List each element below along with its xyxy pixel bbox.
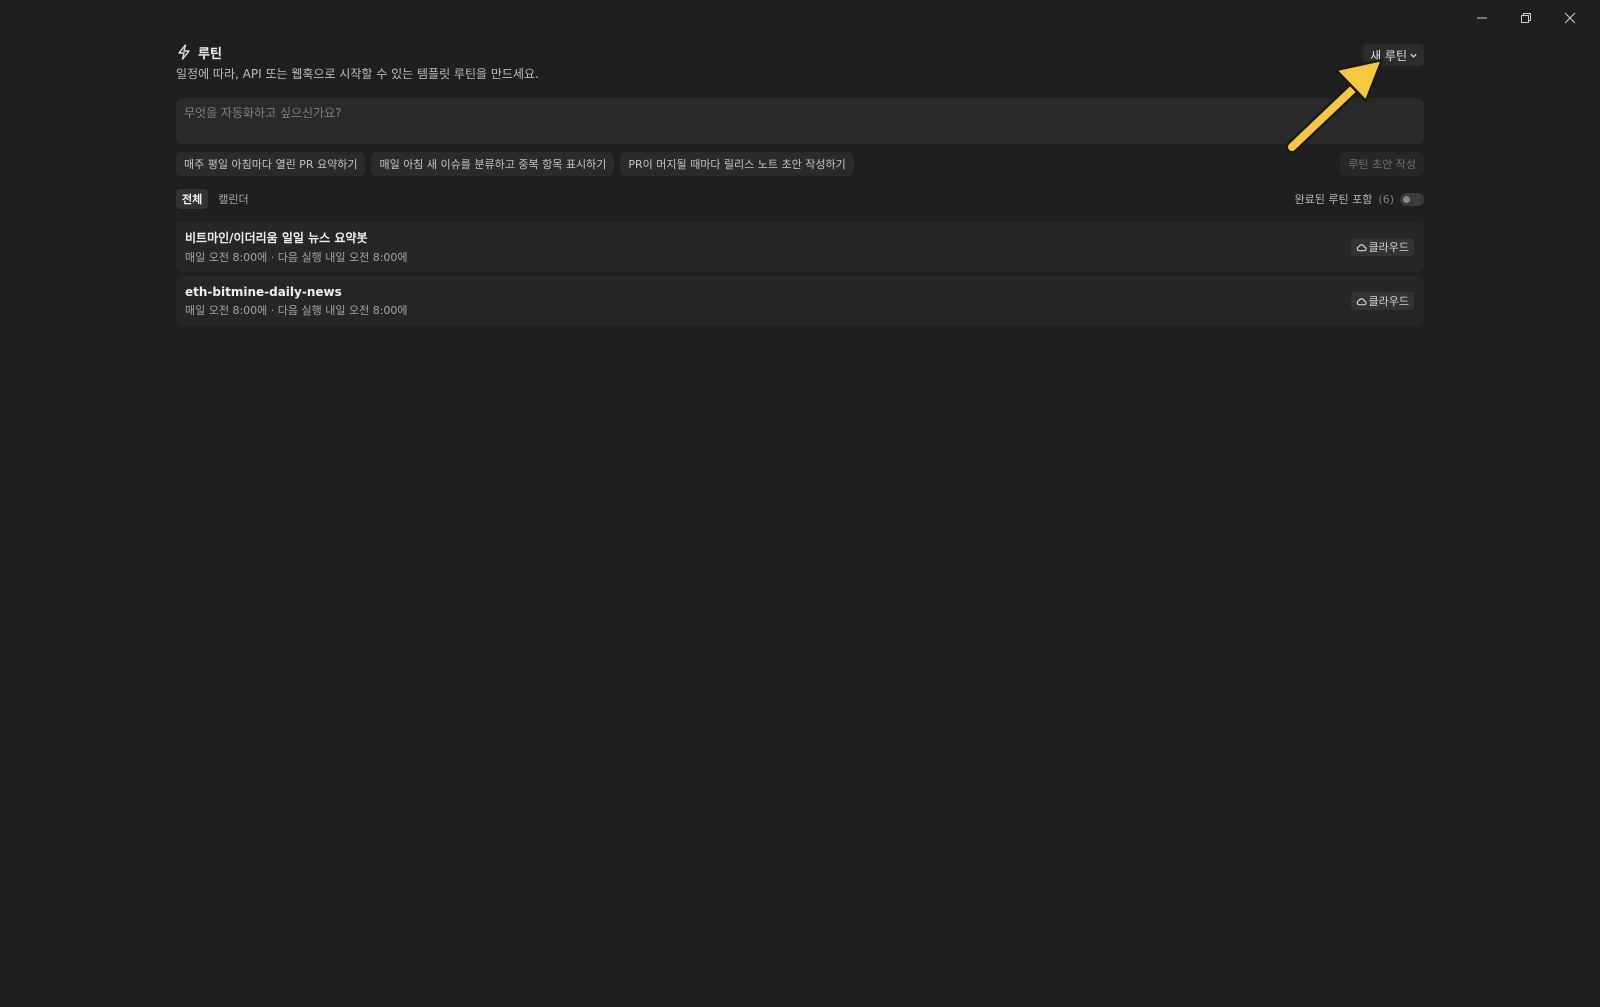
routine-schedule: 매일 오전 8:00에 · 다음 실행 내일 오전 8:00에 — [185, 251, 408, 264]
window-controls — [1460, 6, 1592, 30]
suggestion-chip[interactable]: 매주 평일 아침마다 열린 PR 요약하기 — [176, 152, 366, 176]
draft-routine-button[interactable]: 루틴 초안 작성 — [1340, 152, 1424, 176]
minimize-icon — [1477, 17, 1487, 19]
toggle-knob — [1403, 195, 1410, 203]
filter-row: 전체 캘린더 완료된 루틴 포함 (6) — [176, 188, 1424, 210]
completed-count: (6) — [1378, 192, 1394, 206]
restore-icon — [1521, 13, 1531, 23]
page-subtitle: 일정에 따라, API 또는 웹훅으로 시작할 수 있는 템플릿 루틴을 만드세… — [176, 67, 539, 81]
title-row: 루틴 — [176, 42, 539, 62]
page-header: 루틴 일정에 따라, API 또는 웹훅으로 시작할 수 있는 템플릿 루틴을 … — [176, 42, 1424, 82]
tab-calendar[interactable]: 캘린더 — [212, 189, 254, 209]
header-text: 루틴 일정에 따라, API 또는 웹훅으로 시작할 수 있는 템플릿 루틴을 … — [176, 42, 539, 82]
routine-item[interactable]: eth-bitmine-daily-news 매일 오전 8:00에 · 다음 … — [176, 276, 1424, 326]
routines-page: 루틴 일정에 따라, API 또는 웹훅으로 시작할 수 있는 템플릿 루틴을 … — [176, 42, 1424, 330]
cloud-badge-label: 클라우드 — [1368, 295, 1409, 308]
lightning-icon — [178, 44, 190, 60]
suggestion-chips: 매주 평일 아침마다 열린 PR 요약하기 매일 아침 새 이슈를 분류하고 중… — [176, 152, 1424, 176]
include-completed-toggle[interactable] — [1400, 192, 1424, 206]
routine-prompt — [176, 98, 1424, 144]
routine-name: eth-bitmine-daily-news — [185, 284, 342, 299]
cloud-icon — [1356, 297, 1367, 305]
minimize-button[interactable] — [1460, 6, 1504, 30]
include-completed-label: 완료된 루틴 포함 — [1294, 193, 1373, 206]
close-icon — [1564, 12, 1576, 24]
routine-info: 비트마인/이더리움 일일 뉴스 요약봇 매일 오전 8:00에 · 다음 실행 … — [185, 229, 408, 265]
include-completed-filter: 완료된 루틴 포함 (6) — [1295, 191, 1424, 207]
cloud-badge: 클라우드 — [1350, 238, 1414, 256]
cloud-icon — [1356, 243, 1367, 251]
routine-info: eth-bitmine-daily-news 매일 오전 8:00에 · 다음 … — [185, 285, 408, 318]
routine-list: 비트마인/이더리움 일일 뉴스 요약봇 매일 오전 8:00에 · 다음 실행 … — [176, 222, 1424, 326]
routine-name: 비트마인/이더리움 일일 뉴스 요약봇 — [185, 231, 368, 245]
chevron-down-icon — [1410, 53, 1417, 58]
new-routine-label: 새 루틴 — [1370, 48, 1407, 63]
restore-button[interactable] — [1504, 6, 1548, 30]
routine-item[interactable]: 비트마인/이더리움 일일 뉴스 요약봇 매일 오전 8:00에 · 다음 실행 … — [176, 222, 1424, 272]
page-title: 루틴 — [198, 46, 222, 62]
suggestion-chip[interactable]: PR이 머지될 때마다 릴리스 노트 초안 작성하기 — [620, 152, 854, 176]
routine-schedule: 매일 오전 8:00에 · 다음 실행 내일 오전 8:00에 — [185, 303, 408, 317]
suggestion-chip[interactable]: 매일 아침 새 이슈를 분류하고 중복 항목 표시하기 — [371, 152, 615, 176]
routine-prompt-input[interactable] — [184, 104, 1416, 138]
cloud-badge-label: 클라우드 — [1368, 241, 1409, 254]
close-button[interactable] — [1548, 6, 1592, 30]
cloud-badge: 클라우드 — [1350, 292, 1414, 310]
tab-all[interactable]: 전체 — [176, 189, 209, 209]
view-tabs: 전체 캘린더 — [176, 189, 255, 209]
new-routine-button[interactable]: 새 루틴 — [1363, 44, 1424, 66]
